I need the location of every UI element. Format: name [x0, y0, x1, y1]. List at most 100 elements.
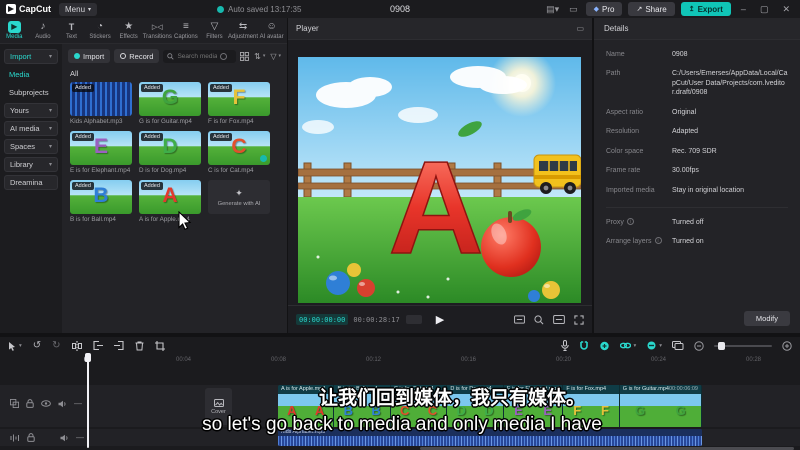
media-item[interactable]: Added G G is for Guitar.mp4: [139, 82, 201, 125]
voiceover-button[interactable]: [561, 340, 570, 351]
playhead[interactable]: [85, 353, 91, 448]
timeline-clip[interactable]: D is for Dog.mp4 DD: [447, 385, 504, 427]
media-item[interactable]: Added B B is for Ball.mp4: [70, 180, 132, 223]
delete-button[interactable]: [135, 341, 144, 351]
timeline-ruler[interactable]: 0 00:04 00:08 00:12 00:16 00:20 00:24 00…: [0, 354, 800, 367]
timeline-clip[interactable]: A is for Apple.mp4 AA: [278, 385, 335, 427]
menu-button[interactable]: Menu ▾: [59, 2, 98, 16]
lock-icon[interactable]: [27, 433, 35, 442]
modify-button[interactable]: Modify: [743, 311, 790, 326]
collapse-track-icon[interactable]: ―: [74, 399, 82, 408]
view-grid-icon[interactable]: [240, 51, 250, 61]
hide-track-icon[interactable]: [41, 400, 51, 407]
media-item[interactable]: Added C C is for Cat.mp4: [208, 131, 270, 174]
fit-zoom-icon[interactable]: [534, 314, 544, 325]
sort-button[interactable]: ⇅ ▾: [254, 52, 265, 61]
collapse-track-icon[interactable]: ―: [76, 433, 84, 442]
sidebar-item-import[interactable]: Import ▾: [4, 49, 58, 64]
search-input[interactable]: [177, 52, 218, 60]
link-toggle[interactable]: ▾: [620, 341, 636, 350]
sidebar-item-dreamina[interactable]: Dreamina: [4, 175, 58, 190]
split-button[interactable]: [71, 340, 82, 351]
mini-player-icon[interactable]: ▭: [567, 4, 580, 15]
search-scope-icon[interactable]: [220, 52, 228, 60]
zoom-in-button[interactable]: [782, 340, 792, 351]
media-thumbnail[interactable]: Added B: [70, 180, 132, 214]
track-view-toggle[interactable]: ▾: [646, 341, 662, 350]
timecode-options[interactable]: [405, 315, 422, 324]
media-item[interactable]: Added D D is for Dog.mp4: [139, 131, 201, 174]
tab-text[interactable]: T Text: [57, 21, 86, 40]
tab-adjustment[interactable]: ⇆ Adjustment: [228, 21, 258, 41]
sidebar-item-ai-media[interactable]: AI media ▾: [4, 121, 58, 136]
cursor-tool-icon: [9, 341, 15, 351]
magnet-toggle[interactable]: [579, 340, 589, 351]
media-thumbnail[interactable]: Added D: [139, 131, 201, 165]
collapse-panel-icon[interactable]: ▭: [576, 24, 584, 33]
video-preview[interactable]: A: [298, 57, 581, 303]
generate-ai-card[interactable]: ✦ Generate with AI: [208, 180, 270, 223]
crop-button[interactable]: [154, 340, 165, 351]
close-button[interactable]: ✕: [778, 4, 794, 15]
trim-left-icon: [92, 341, 103, 350]
pro-button[interactable]: ◆ Pro: [585, 2, 623, 16]
tab-transitions[interactable]: ▷◁ Transitions: [143, 21, 172, 41]
tab-filters[interactable]: ▽ Filters: [200, 21, 229, 41]
media-item[interactable]: Added Kids Alphabet.mp3: [70, 82, 132, 125]
ripple-toggle[interactable]: [599, 341, 610, 351]
maximize-button[interactable]: ▢: [756, 4, 773, 15]
quality-icon[interactable]: [553, 315, 565, 324]
timeline-clip[interactable]: C is for Cat.mp4 CC: [390, 385, 448, 427]
layout-toggle-icon[interactable]: ▤▾: [544, 4, 561, 15]
export-button[interactable]: ↥ Export: [680, 2, 731, 16]
tab-captions[interactable]: ≡ Captions: [172, 21, 201, 41]
render-preview-button[interactable]: [672, 341, 684, 350]
media-thumbnail[interactable]: Added F: [208, 82, 270, 116]
lock-icon[interactable]: [26, 399, 34, 408]
undo-button[interactable]: ↺: [33, 340, 41, 351]
zoom-slider-knob[interactable]: [718, 341, 725, 350]
media-item[interactable]: Added F F is for Fox.mp4: [208, 82, 270, 125]
timeline-clip[interactable]: B is for Ball.mp4 BB: [334, 385, 391, 427]
media-thumbnail[interactable]: Added G: [139, 82, 201, 116]
timeline-clip[interactable]: E is for Elephant.mp4 EE: [503, 385, 564, 427]
mute-track-icon[interactable]: [60, 434, 69, 442]
sidebar-item-library[interactable]: Library ▾: [4, 157, 58, 172]
mute-track-icon[interactable]: [58, 400, 67, 408]
delete-left-button[interactable]: [92, 341, 103, 350]
sidebar-item-media[interactable]: Media: [4, 67, 58, 82]
sidebar-item-subprojects[interactable]: Subprojects: [4, 85, 58, 100]
play-icon[interactable]: ▶: [436, 313, 444, 326]
timeline-clip[interactable]: G is for Guitar.mp4 00:00:06:09 GG: [619, 385, 702, 427]
media-thumbnail[interactable]: Added C: [208, 131, 270, 165]
tab-stickers[interactable]: ◔ Stickers: [86, 21, 115, 41]
timeline-zoom-slider[interactable]: [714, 341, 772, 350]
sidebar-item-spaces[interactable]: Spaces ▾: [4, 139, 58, 154]
tab-media[interactable]: ▶ Media: [0, 21, 29, 40]
cover-button[interactable]: Cover: [205, 388, 232, 425]
search-box[interactable]: [163, 49, 237, 63]
zoom-out-button[interactable]: [694, 340, 704, 351]
tab-audio[interactable]: ♪ Audio: [29, 21, 58, 41]
timeline-clip[interactable]: F is for Fox.mp4 FF: [563, 385, 620, 427]
media-item[interactable]: Added E E is for Elephant.mp4: [70, 131, 132, 174]
media-thumbnail[interactable]: Added: [70, 82, 132, 116]
tab-effects[interactable]: ★ Effects: [114, 21, 143, 41]
record-button[interactable]: Record: [114, 49, 160, 63]
share-button[interactable]: ↗ Share: [628, 2, 675, 16]
import-button[interactable]: Import: [68, 49, 111, 63]
redo-button[interactable]: ↻: [52, 340, 60, 351]
media-thumbnail[interactable]: Added E: [70, 131, 132, 165]
media-thumbnail[interactable]: Added A: [139, 180, 201, 214]
tab-label: AI avatar: [259, 34, 284, 40]
fullscreen-icon[interactable]: [574, 314, 584, 325]
audio-track-clip[interactable]: Kids Alphabet.mp3: [278, 429, 702, 446]
sidebar-item-yours[interactable]: Yours ▾: [4, 103, 58, 118]
ratio-icon[interactable]: [514, 315, 525, 324]
delete-right-button[interactable]: [113, 341, 124, 350]
filter-button[interactable]: ▽ ▾: [270, 52, 281, 61]
select-tool-button[interactable]: ▾: [8, 341, 22, 351]
minimize-button[interactable]: –: [737, 4, 750, 14]
tab-ai-avatar[interactable]: ☺ AI avatar: [257, 21, 286, 41]
timeline-panel: ▾ ↺ ↻ ▾ ▾ 00:04 00:08 00:12 00:16 00:20 …: [0, 335, 800, 450]
